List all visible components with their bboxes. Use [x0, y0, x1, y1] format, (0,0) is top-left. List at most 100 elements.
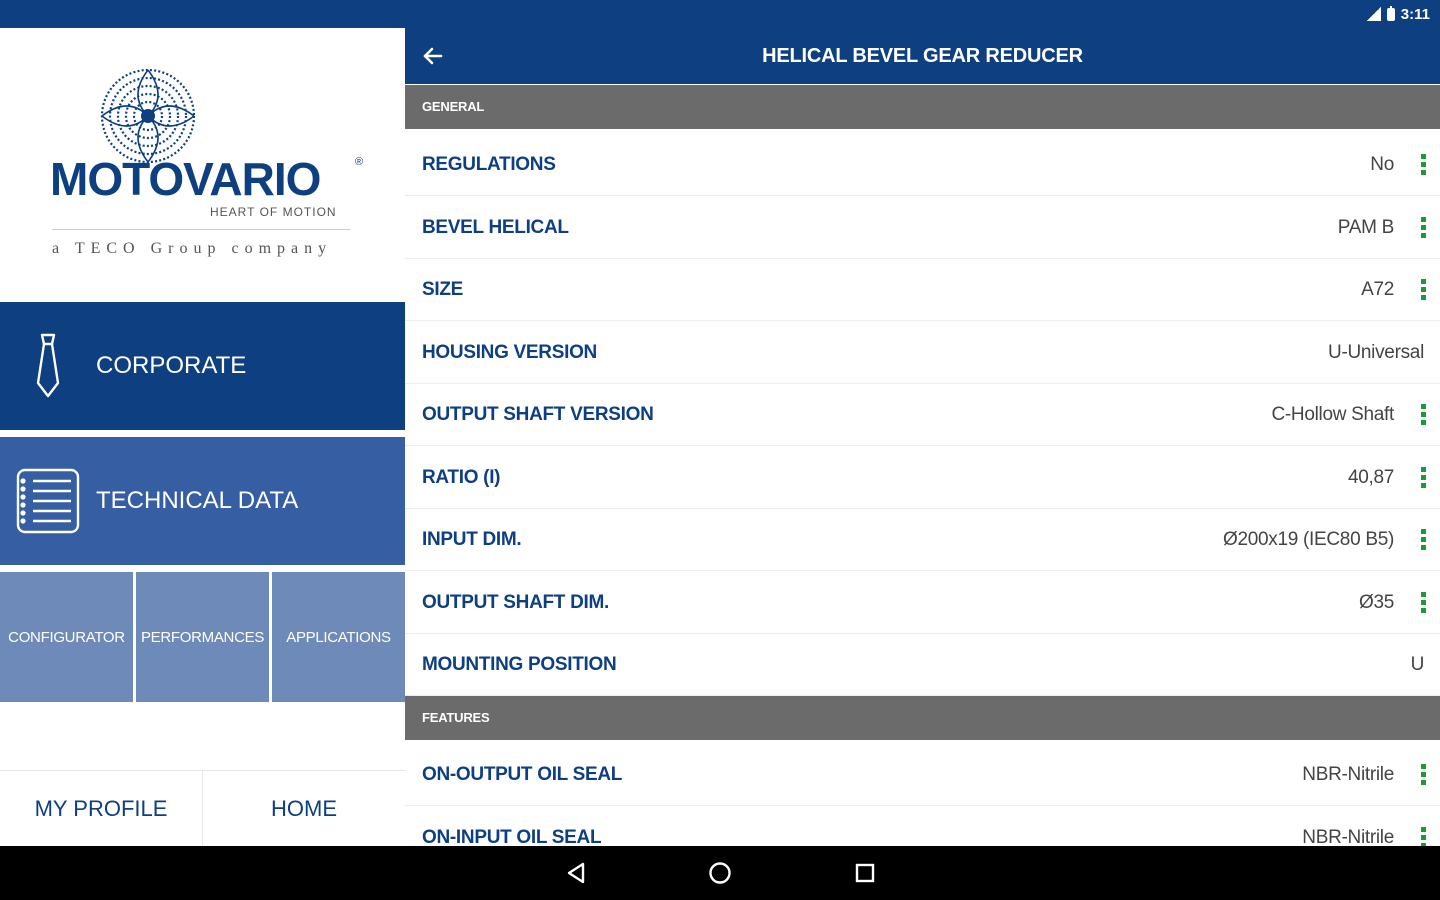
- more-vert-icon[interactable]: [1406, 463, 1440, 493]
- more-vert-dot: [1420, 600, 1426, 605]
- battery-icon: [1386, 5, 1395, 21]
- more-vert-dot: [1420, 545, 1426, 550]
- spec-row[interactable]: OUTPUT SHAFT DIM. Ø35: [405, 572, 1440, 634]
- spec-row-value: Ø35: [1358, 591, 1394, 613]
- spec-row-value: PAM B: [1337, 216, 1395, 238]
- system-nav-bar: [0, 846, 1440, 900]
- spec-row-value: C-Hollow Shaft: [1271, 403, 1394, 425]
- more-vert-dot: [1420, 287, 1426, 292]
- spec-row-label: ON-OUTPUT OIL SEAL: [422, 763, 623, 785]
- nav-technical-data-label: TECHNICAL DATA: [96, 487, 299, 514]
- more-vert-icon[interactable]: [1406, 525, 1440, 555]
- more-vert-dot: [1420, 537, 1426, 542]
- nav-technical-data[interactable]: TECHNICAL DATA: [0, 437, 405, 565]
- more-vert-dot: [1420, 154, 1426, 159]
- spec-row[interactable]: OUTPUT SHAFT VERSION C-Hollow Shaft: [405, 384, 1440, 446]
- section-header-features: FEATURES: [405, 696, 1440, 740]
- more-vert-icon[interactable]: [1406, 150, 1440, 180]
- more-vert-icon[interactable]: [1406, 213, 1440, 243]
- spec-row[interactable]: HOUSING VERSION U-Universal: [405, 322, 1440, 384]
- more-vert-dot: [1420, 225, 1426, 230]
- spec-row-label: ON-INPUT OIL SEAL: [422, 826, 602, 847]
- more-vert-dot: [1420, 420, 1426, 425]
- spec-row-label: MOUNTING POSITION: [422, 653, 617, 675]
- nav-home-button[interactable]: [705, 858, 735, 888]
- sub-nav-configurator[interactable]: CONFIGURATOR: [0, 572, 133, 702]
- more-vert-dot: [1420, 279, 1426, 284]
- more-vert-dot: [1420, 233, 1426, 238]
- more-vert-dot: [1420, 295, 1426, 300]
- brand-tagline: HEART OF MOTION: [210, 205, 337, 219]
- spec-row-label: INPUT DIM.: [422, 528, 522, 550]
- more-vert-icon[interactable]: [1406, 823, 1440, 846]
- arrow-left-icon: [423, 47, 443, 65]
- more-vert-dot: [1420, 483, 1426, 488]
- section-header-general: GENERAL: [405, 85, 1440, 129]
- logo: MOTOVARIO ® HEART OF MOTION a TECO Group…: [0, 28, 405, 300]
- app-bar: HELICAL BEVEL GEAR REDUCER: [405, 28, 1440, 84]
- more-vert-icon[interactable]: [1406, 275, 1440, 305]
- more-vert-dot: [1420, 835, 1426, 840]
- technical-sub-nav: CONFIGURATOR PERFORMANCES APPLICATIONS: [0, 572, 405, 702]
- spec-row[interactable]: REGULATIONS No: [405, 134, 1440, 196]
- sub-nav-applications[interactable]: APPLICATIONS: [272, 572, 405, 702]
- more-vert-dot: [1420, 827, 1426, 832]
- spec-row-value: U: [1410, 653, 1425, 675]
- more-vert-dot: [1420, 529, 1426, 534]
- spec-row[interactable]: RATIO (I) 40,87: [405, 447, 1440, 509]
- page-title: HELICAL BEVEL GEAR REDUCER: [762, 45, 1083, 67]
- spec-row-value: 40,87: [1347, 466, 1394, 488]
- status-bar: 3:11: [0, 0, 1440, 28]
- spec-row[interactable]: MOUNTING POSITION U: [405, 634, 1440, 696]
- nav-corporate-label: CORPORATE: [96, 352, 247, 379]
- spec-row-value: NBR-Nitrile: [1302, 763, 1394, 785]
- spec-row-label: SIZE: [422, 278, 464, 300]
- spec-row-label: OUTPUT SHAFT DIM.: [422, 591, 609, 613]
- spec-row-value: No: [1370, 153, 1394, 175]
- group-line: a TECO Group company: [52, 240, 333, 257]
- more-vert-dot: [1420, 467, 1426, 472]
- sub-nav-performances[interactable]: PERFORMANCES: [136, 572, 269, 702]
- registered-mark: ®: [355, 156, 364, 168]
- app-screen: 3:11 MOTOVARIO ® HEART OF MOTION a TECO …: [0, 0, 1440, 900]
- back-button[interactable]: [417, 40, 449, 72]
- more-vert-dot: [1420, 217, 1426, 222]
- signal-icon: [1366, 7, 1381, 21]
- more-vert-dot: [1420, 780, 1426, 785]
- detail-panel: HELICAL BEVEL GEAR REDUCER GENERAL FEATU…: [405, 28, 1440, 846]
- more-vert-dot: [1420, 404, 1426, 409]
- tie-icon: [0, 302, 96, 430]
- spec-row-value: A72: [1361, 278, 1394, 300]
- sidebar: MOTOVARIO ® HEART OF MOTION a TECO Group…: [0, 28, 405, 846]
- spec-row[interactable]: ON-OUTPUT OIL SEAL NBR-Nitrile: [405, 744, 1440, 806]
- spec-row-label: HOUSING VERSION: [422, 341, 597, 363]
- spec-row[interactable]: ON-INPUT OIL SEAL NBR-Nitrile: [405, 807, 1440, 846]
- my-profile-link[interactable]: MY PROFILE: [0, 771, 202, 846]
- spec-row-label: RATIO (I): [422, 466, 501, 488]
- more-vert-icon[interactable]: [1406, 588, 1440, 618]
- status-time: 3:11: [1400, 5, 1430, 23]
- square-recents-icon: [855, 863, 875, 883]
- triangle-back-icon: [567, 862, 585, 884]
- home-link[interactable]: HOME: [202, 771, 405, 846]
- more-vert-icon[interactable]: [1406, 400, 1440, 430]
- bottom-links: MY PROFILE HOME: [0, 770, 405, 846]
- nav-corporate[interactable]: CORPORATE: [0, 302, 405, 430]
- spec-row[interactable]: SIZE A72: [405, 259, 1440, 321]
- more-vert-dot: [1420, 475, 1426, 480]
- more-vert-dot: [1420, 772, 1426, 777]
- spec-row[interactable]: INPUT DIM. Ø200x19 (IEC80 B5): [405, 509, 1440, 571]
- status-icons: 3:11: [1366, 5, 1430, 23]
- nav-back-button[interactable]: [561, 858, 591, 888]
- spec-row-value: Ø200x19 (IEC80 B5): [1223, 528, 1394, 550]
- spec-row-value: NBR-Nitrile: [1302, 826, 1394, 847]
- spec-row-value: U-Universal: [1328, 341, 1424, 363]
- more-vert-icon[interactable]: [1406, 760, 1440, 790]
- logo-divider: [52, 229, 350, 230]
- more-vert-dot: [1420, 162, 1426, 167]
- motovario-emblem-icon: [100, 68, 196, 164]
- more-vert-dot: [1420, 764, 1426, 769]
- more-vert-dot: [1420, 592, 1426, 597]
- spec-row[interactable]: BEVEL HELICAL PAM B: [405, 197, 1440, 259]
- nav-recents-button[interactable]: [850, 858, 880, 888]
